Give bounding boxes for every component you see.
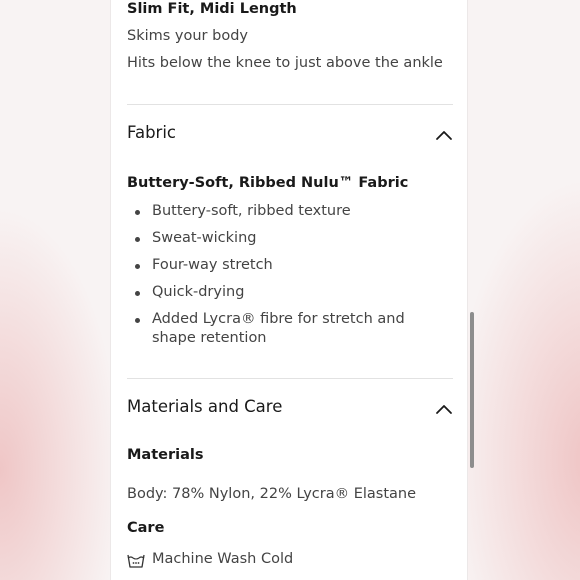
fit-line-length: Hits below the knee to just above the an… [127,55,443,71]
chevron-up-icon[interactable] [435,403,453,415]
fabric-accordion-header[interactable]: Fabric [127,110,453,156]
list-item: Added Lycra® fibre for stretch and shape… [127,310,432,348]
materials-care-title: Materials and Care [127,397,283,416]
product-details-panel: Slim Fit, Midi Length Skims your body Hi… [111,0,467,580]
fabric-feature-list: Buttery-soft, ribbed texture Sweat-wicki… [127,202,453,348]
list-item: Sweat-wicking [127,229,453,248]
list-item: Buttery-soft, ribbed texture [127,202,453,221]
materials-care-accordion-header[interactable]: Materials and Care [127,384,453,430]
scrollbar[interactable] [470,312,474,468]
fabric-subheading: Buttery-Soft, Ribbed Nulu™ Fabric [127,175,409,191]
divider [127,378,453,379]
materials-text: Body: 78% Nylon, 22% Lycra® Elastane [127,486,417,502]
list-item: Four-way stretch [127,256,453,275]
list-item: Quick-drying [127,283,453,302]
machine-wash-icon [127,554,145,568]
fit-heading: Slim Fit, Midi Length [127,1,297,17]
care-item: Machine Wash Cold [127,551,453,571]
fit-line-body: Skims your body [127,28,248,44]
care-heading: Care [127,520,165,536]
materials-heading: Materials [127,447,204,463]
care-item-label: Machine Wash Cold [152,551,294,567]
chevron-up-icon[interactable] [435,129,453,141]
divider [127,104,453,105]
fabric-title: Fabric [127,123,177,142]
